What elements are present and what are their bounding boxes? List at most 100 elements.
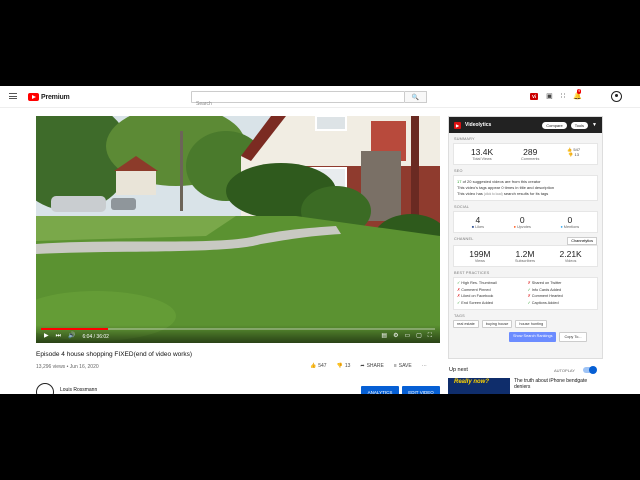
search-button[interactable]: 🔍 bbox=[405, 91, 427, 103]
settings-icon[interactable]: ⚙ bbox=[393, 333, 398, 340]
panel-header: ▶ Videolytics Compare Tools ▼ bbox=[449, 117, 602, 133]
video-title: Episode 4 house shopping FIXED(end of vi… bbox=[36, 351, 193, 358]
apps-grid-icon[interactable]: ∷ bbox=[561, 92, 565, 102]
thumb-down-icon: 👎 bbox=[568, 152, 574, 157]
miniplayer-icon[interactable]: ▭ bbox=[404, 333, 410, 340]
fullscreen-icon[interactable]: ⛶ bbox=[428, 333, 432, 340]
thumbnail-text: Really now? bbox=[454, 379, 490, 385]
channelytics-button[interactable]: Channelytics bbox=[567, 237, 597, 245]
top-icons: Vi ▣ ∷ 🔔 9 bbox=[530, 89, 582, 103]
best-practice-item: ✗ Comment Pinned bbox=[457, 287, 491, 292]
best-practice-item: ✗ Liked on Facebook bbox=[457, 294, 494, 298]
reddit-icon: ● bbox=[513, 225, 516, 229]
summary-likes: 👍 547 👎 13 bbox=[567, 147, 581, 157]
bell-icon[interactable]: 🔔 9 bbox=[573, 89, 582, 102]
social-card: 4 ■ Likes 0 ● Upvotes 0 ● Mentions bbox=[453, 211, 598, 233]
vidiq-extension-icon[interactable]: Vi bbox=[530, 92, 539, 102]
video-player[interactable]: ▶ ⏭ 🔊 6:04 / 36:02 ▤ ⚙ ▭ ▢ ⛶ bbox=[36, 116, 440, 343]
video-meta: 13,296 views • Jun 16, 2020 bbox=[36, 364, 99, 370]
create-video-icon[interactable]: ▣ bbox=[546, 92, 553, 102]
seo-label: SEO bbox=[454, 169, 463, 173]
menu-icon[interactable] bbox=[9, 93, 17, 99]
channel-name[interactable]: Louis Rossmann bbox=[60, 387, 97, 393]
summary-comments: 289 Comments bbox=[521, 147, 540, 161]
extension-logo-icon: ▶ bbox=[454, 121, 461, 129]
dislike-count: 13 bbox=[344, 363, 351, 369]
channel-subscribers: 1.2M Subscribers bbox=[514, 249, 536, 263]
panel-title: Videolytics bbox=[465, 122, 492, 128]
best-practice-item: ✗ Comment Hearted bbox=[527, 294, 563, 298]
share-button[interactable]: ➦ SHARE bbox=[360, 363, 383, 369]
tag-chip[interactable]: buying house bbox=[481, 320, 513, 328]
save-button[interactable]: ≡ SAVE bbox=[394, 363, 412, 369]
captions-icon[interactable]: ▤ bbox=[381, 333, 387, 340]
search-icon: 🔍 bbox=[411, 94, 420, 101]
summary-label: SUMMARY bbox=[454, 137, 475, 141]
dislike-button[interactable]: 👎 13 bbox=[337, 363, 351, 369]
browser-viewport: Premium 🔍 Vi ▣ ∷ 🔔9 bbox=[0, 86, 640, 394]
thumb-up-icon: 👍 bbox=[310, 363, 317, 369]
best-practices-label: BEST PRACTICES bbox=[454, 271, 490, 275]
twitter-icon: ● bbox=[560, 225, 563, 229]
best-practices-card: ✓ High Res. Thumbnail ✗ Shared on Twitter… bbox=[453, 277, 598, 310]
social-mentions: 0 ● Mentions bbox=[560, 215, 580, 229]
analytics-button[interactable]: ANALYTICS bbox=[361, 386, 399, 394]
more-icon[interactable]: ⋯ bbox=[422, 363, 427, 369]
social-upvotes: 0 ● Upvotes bbox=[513, 215, 531, 229]
share-icon: ➦ bbox=[360, 363, 365, 369]
tag-chip[interactable]: real estate bbox=[453, 320, 479, 328]
thumb-down-icon: 👎 bbox=[336, 363, 343, 369]
player-controls: ▶ ⏭ 🔊 6:04 / 36:02 ▤ ⚙ ▭ ▢ ⛶ bbox=[36, 325, 440, 343]
like-count: 547 bbox=[318, 363, 327, 369]
channel-videos: 2.21K Videos bbox=[559, 249, 582, 263]
up-next-label: Up next bbox=[449, 367, 468, 373]
best-practice-item: ✓ High Res. Thumbnail bbox=[457, 281, 497, 285]
video-frame bbox=[36, 116, 440, 343]
tools-button[interactable]: Tools bbox=[570, 121, 589, 129]
autoplay-toggle[interactable] bbox=[583, 366, 597, 374]
next-video-thumbnail[interactable]: Really now? bbox=[448, 378, 510, 394]
show-rankings-button[interactable]: Show Search Rankings bbox=[509, 332, 557, 342]
play-icon[interactable]: ▶ bbox=[44, 333, 49, 340]
up-next-header: Up next AUTOPLAY bbox=[448, 366, 603, 378]
channel-views: 199M Views bbox=[469, 249, 491, 263]
tag-actions: Show Search Rankings Copy To... bbox=[509, 332, 598, 342]
youtube-logo[interactable]: Premium bbox=[28, 92, 70, 102]
best-practice-item: ✓ End Screen Added bbox=[457, 300, 493, 305]
search-input[interactable] bbox=[192, 99, 404, 109]
summary-card: 13.4K Total Views 289 Comments 👍 547 👎 13 bbox=[453, 143, 598, 165]
theater-icon[interactable]: ▢ bbox=[416, 333, 422, 340]
social-likes: 4 ■ Likes bbox=[471, 215, 485, 229]
facebook-icon: ■ bbox=[471, 225, 475, 229]
next-icon[interactable]: ⏭ bbox=[56, 333, 61, 340]
channel-card: 199M Views 1.2M Subscribers 2.21K Videos bbox=[453, 245, 598, 267]
compare-button[interactable]: Compare bbox=[542, 121, 567, 129]
tag-chip[interactable]: house hunting bbox=[515, 320, 548, 328]
social-label: SOCIAL bbox=[454, 205, 470, 209]
seo-search-results[interactable]: This video has (click to load) search re… bbox=[457, 191, 594, 197]
best-practice-item: ✓ Captions Added bbox=[527, 300, 559, 305]
progress-fill bbox=[41, 328, 108, 330]
autoplay-label: AUTOPLAY bbox=[554, 368, 575, 373]
next-video-title[interactable]: The truth about iPhone bendgate deniers bbox=[514, 378, 604, 390]
like-button[interactable]: 👍 547 bbox=[310, 363, 327, 369]
account-avatar[interactable] bbox=[611, 91, 622, 102]
volume-icon[interactable]: 🔊 bbox=[68, 333, 75, 340]
seo-card: 17 of 20 suggested videos are from this … bbox=[453, 175, 598, 201]
channel-avatar[interactable] bbox=[36, 383, 54, 394]
video-actions: 👍 547 👎 13 ➦ SHARE ≡ SAVE ⋯ bbox=[310, 363, 427, 369]
tag-list: real estate buying house house hunting bbox=[453, 320, 598, 328]
search-box bbox=[191, 91, 405, 109]
time-display: 6:04 / 36:02 bbox=[82, 333, 109, 340]
edit-video-button[interactable]: EDIT VIDEO bbox=[402, 386, 440, 394]
youtube-play-icon bbox=[28, 93, 39, 101]
tags-label: TAGS bbox=[454, 314, 465, 318]
best-practice-item: ✓ Info Cards Added bbox=[527, 287, 562, 292]
summary-views: 13.4K Total Views bbox=[470, 147, 494, 161]
copy-to-button[interactable]: Copy To... bbox=[559, 332, 587, 342]
extension-panel: ▶ Videolytics Compare Tools ▼ SUMMARY 13… bbox=[448, 116, 603, 359]
chevron-down-icon[interactable]: ▼ bbox=[592, 122, 597, 128]
progress-bar[interactable] bbox=[41, 328, 435, 330]
save-icon: ≡ bbox=[393, 363, 397, 369]
notification-count: 9 bbox=[577, 89, 582, 94]
